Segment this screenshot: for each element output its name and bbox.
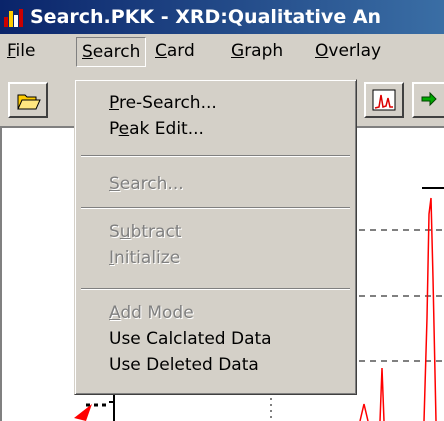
menu-separator [81, 155, 350, 157]
add-mode-label: dd Mode [120, 303, 194, 323]
pre-search-mnemonic: P [109, 93, 119, 113]
menu-overlay-label: verlay [328, 41, 382, 61]
arrows-button[interactable] [412, 82, 444, 118]
menu-graph[interactable]: Graph [226, 37, 288, 65]
peak-edit-label: ak Edit... [129, 119, 204, 139]
search-mnemonic: S [109, 174, 120, 194]
peak-edit-prefix: P [109, 119, 119, 139]
menu-add-mode[interactable]: Add Mode [109, 300, 194, 326]
search-dropdown-menu: Pre-Search... Peak Edit... Search... Sub… [74, 79, 357, 395]
menu-use-calculated-data[interactable]: Use Calclated Data [109, 326, 272, 352]
menu-peak-edit[interactable]: Peak Edit... [109, 116, 204, 142]
menu-search-item[interactable]: Search... [109, 171, 184, 197]
menu-overlay-mnemonic: O [315, 41, 329, 61]
subtract-label: btract [130, 222, 182, 242]
menu-search-mnemonic: S [82, 42, 93, 62]
menu-overlay[interactable]: Overlay [310, 37, 386, 65]
green-arrows-icon [421, 91, 437, 107]
title-bar: Search.PKK - XRD:Qualitative An [0, 0, 444, 34]
menu-separator [81, 207, 350, 209]
menu-subtract[interactable]: Subtract [109, 219, 181, 245]
menu-card-mnemonic: C [155, 41, 167, 61]
menu-search-label: earch [92, 42, 141, 62]
peak-graph-icon [372, 89, 396, 111]
red-pointer-arrow [74, 404, 92, 421]
menu-bar: File Search Card Graph Overlay [0, 34, 444, 68]
window-title: Search.PKK - XRD:Qualitative An [30, 6, 382, 28]
spectrum-peak-medium [379, 367, 385, 421]
open-button[interactable] [8, 82, 48, 118]
search-item-label: earch... [119, 174, 184, 194]
add-mode-mnemonic: A [109, 303, 121, 323]
menu-card-label: ard [166, 41, 195, 61]
menu-separator [81, 288, 350, 290]
spectrum-peak-small [359, 403, 369, 421]
menu-initialize[interactable]: Initialize [109, 245, 180, 271]
menu-file[interactable]: File [2, 37, 40, 65]
menu-use-deleted-data[interactable]: Use Deleted Data [109, 352, 259, 378]
menu-file-label: ile [15, 41, 36, 61]
peak-edit-mnemonic: e [118, 119, 130, 139]
subtract-mnemonic: u [119, 222, 131, 242]
menu-card[interactable]: Card [150, 37, 200, 65]
initialize-label: nitialize [114, 248, 181, 268]
pre-search-label: re-Search... [118, 93, 217, 113]
spectrum-peak-large [423, 197, 437, 421]
subtract-prefix: S [109, 222, 120, 242]
app-icon [4, 9, 23, 27]
menu-graph-label: raph [244, 41, 284, 61]
menu-graph-mnemonic: G [231, 41, 245, 61]
menu-pre-search[interactable]: Pre-Search... [109, 90, 217, 116]
open-folder-icon [17, 94, 41, 110]
menu-search[interactable]: Search [76, 37, 147, 67]
menu-file-mnemonic: F [7, 41, 16, 61]
peak-graph-button[interactable] [364, 82, 404, 118]
